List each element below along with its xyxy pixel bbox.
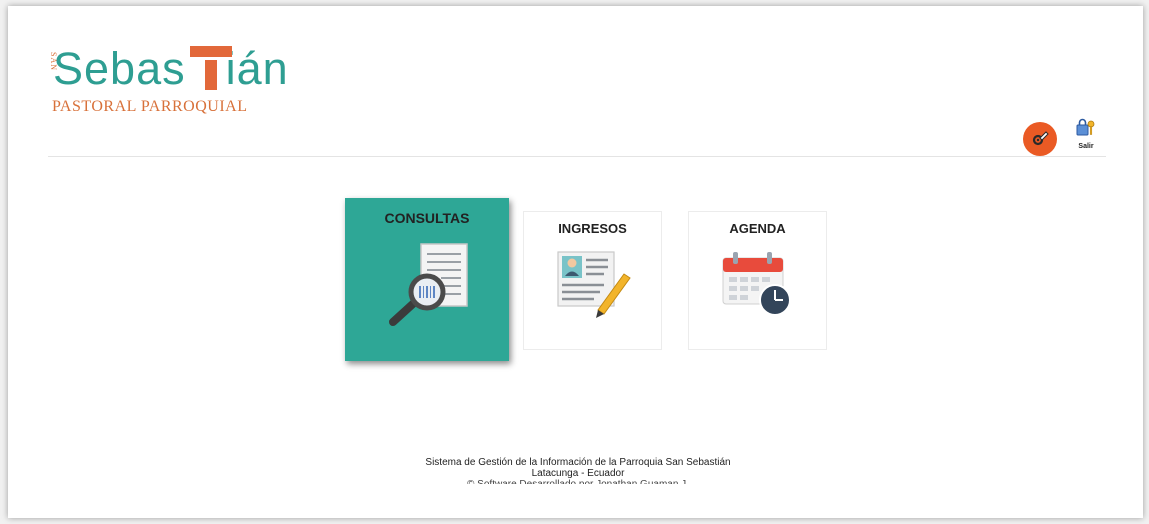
document-search-icon [389,243,468,326]
tile-consultas[interactable]: CONSULTAS [345,198,509,361]
id-card-pencil-icon [557,251,631,318]
logo-subtitle: PASTORAL PARROQUIAL [52,98,248,115]
app-frame: SAN Sebas ián PASTORAL PARROQUIAL Salir C… [8,6,1143,518]
footer-location: Latacunga - Ecuador [531,468,625,479]
tile-consultas-label: CONSULTAS [384,210,470,226]
calendar-clock-icon [722,252,791,316]
tile-ingresos-label: INGRESOS [558,221,627,236]
tile-ingresos[interactable]: INGRESOS [523,211,662,350]
logo-word-after: ián [225,43,289,94]
header-divider [48,156,1106,157]
logo-word-before: Sebas [53,43,186,94]
footer-copyright: © Software Desarrollado por Jonathan Gua… [308,479,848,484]
gear-wrench-icon [1032,131,1049,146]
logout-button[interactable]: Salir [1071,118,1101,158]
logo-wordmark: Sebas ián [53,45,289,93]
logo-cross-t [190,46,232,90]
footer: Sistema de Gestión de la Información de … [308,457,848,484]
parish-logo: SAN Sebas ián PASTORAL PARROQUIAL [48,42,298,122]
tile-agenda-label: AGENDA [729,221,786,236]
logout-label: Salir [1078,143,1094,150]
settings-button[interactable] [1023,122,1057,156]
footer-system-name: Sistema de Gestión de la Información de … [425,457,731,468]
tile-agenda[interactable]: AGENDA [688,211,827,350]
lock-key-icon [1076,118,1095,136]
